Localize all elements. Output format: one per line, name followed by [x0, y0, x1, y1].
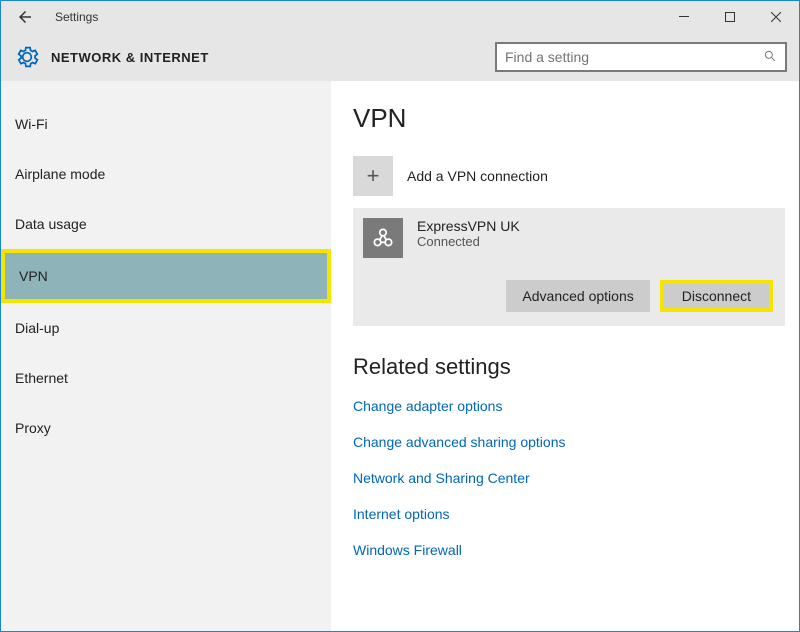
add-vpn-connection[interactable]: + Add a VPN connection	[353, 156, 785, 196]
page-title: VPN	[353, 103, 785, 134]
sidebar: Wi-Fi Airplane mode Data usage VPN Dial-…	[1, 81, 331, 631]
plus-icon: +	[353, 156, 393, 196]
arrow-left-icon	[16, 8, 34, 26]
header: NETWORK & INTERNET	[1, 33, 799, 81]
link-change-advanced-sharing[interactable]: Change advanced sharing options	[353, 434, 785, 450]
back-button[interactable]	[1, 1, 49, 33]
search-box[interactable]	[495, 42, 787, 72]
close-icon	[771, 12, 781, 22]
sidebar-item-airplane-mode[interactable]: Airplane mode	[1, 149, 331, 199]
body: Wi-Fi Airplane mode Data usage VPN Dial-…	[1, 81, 799, 631]
disconnect-button[interactable]: Disconnect	[660, 280, 773, 312]
vpn-connection-card[interactable]: ExpressVPN UK Connected Advanced options…	[353, 208, 785, 326]
minimize-icon	[679, 12, 689, 22]
sidebar-item-label: Ethernet	[15, 370, 68, 386]
sidebar-item-proxy[interactable]: Proxy	[1, 403, 331, 453]
window-controls	[661, 1, 799, 33]
gear-icon	[13, 43, 41, 71]
close-button[interactable]	[753, 1, 799, 33]
section-title: NETWORK & INTERNET	[51, 50, 209, 65]
maximize-icon	[725, 12, 735, 22]
vpn-actions: Advanced options Disconnect	[363, 280, 773, 312]
sidebar-item-ethernet[interactable]: Ethernet	[1, 353, 331, 403]
sidebar-item-vpn[interactable]: VPN	[1, 249, 331, 303]
add-vpn-label: Add a VPN connection	[407, 168, 548, 184]
settings-window: Settings NETWORK & INTERNET	[0, 0, 800, 632]
link-internet-options[interactable]: Internet options	[353, 506, 785, 522]
sidebar-item-label: Data usage	[15, 216, 87, 232]
vpn-status: Connected	[417, 234, 520, 249]
sidebar-item-label: Wi-Fi	[15, 116, 48, 132]
titlebar: Settings	[1, 1, 799, 33]
advanced-options-button[interactable]: Advanced options	[506, 280, 649, 312]
search-input[interactable]	[505, 49, 763, 65]
vpn-connection-row: ExpressVPN UK Connected	[363, 218, 773, 258]
vpn-icon	[363, 218, 403, 258]
maximize-button[interactable]	[707, 1, 753, 33]
window-title: Settings	[49, 10, 661, 24]
search-container	[495, 42, 787, 72]
minimize-button[interactable]	[661, 1, 707, 33]
related-settings-heading: Related settings	[353, 354, 785, 380]
sidebar-item-label: Dial-up	[15, 320, 59, 336]
sidebar-item-wifi[interactable]: Wi-Fi	[1, 99, 331, 149]
sidebar-item-data-usage[interactable]: Data usage	[1, 199, 331, 249]
search-icon	[763, 49, 777, 66]
sidebar-item-label: Proxy	[15, 420, 51, 436]
link-windows-firewall[interactable]: Windows Firewall	[353, 542, 785, 558]
vpn-name: ExpressVPN UK	[417, 218, 520, 234]
vpn-info: ExpressVPN UK Connected	[417, 218, 520, 249]
link-change-adapter-options[interactable]: Change adapter options	[353, 398, 785, 414]
content: VPN + Add a VPN connection ExpressVPN UK…	[331, 81, 799, 631]
link-network-sharing-center[interactable]: Network and Sharing Center	[353, 470, 785, 486]
sidebar-item-dial-up[interactable]: Dial-up	[1, 303, 331, 353]
sidebar-item-label: VPN	[19, 268, 48, 284]
sidebar-item-label: Airplane mode	[15, 166, 105, 182]
